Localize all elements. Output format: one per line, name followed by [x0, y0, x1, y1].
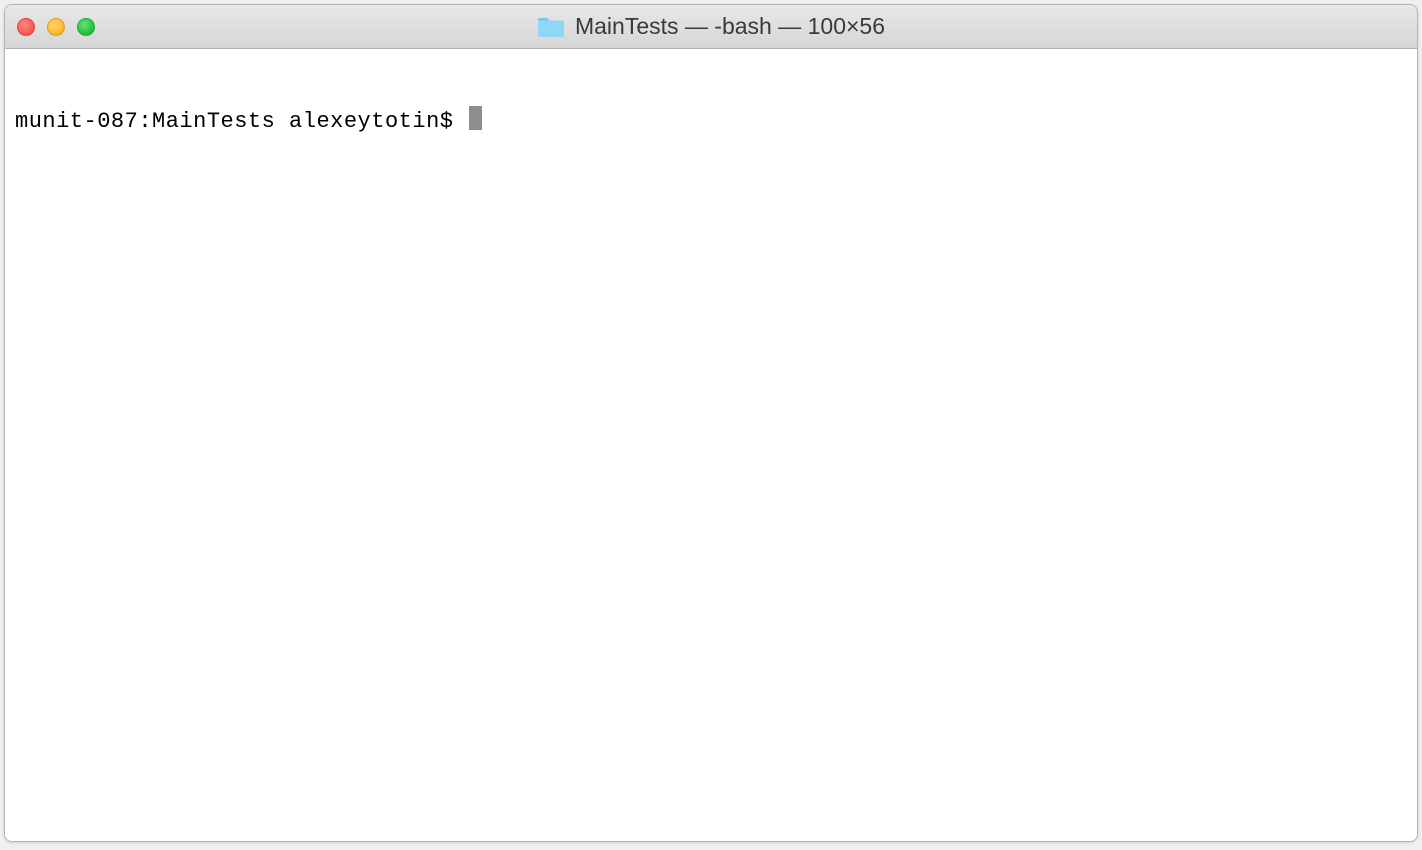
- prompt-line: munit-087:MainTests alexeytotin$: [15, 103, 1407, 134]
- window-title-text: MainTests — -bash — 100×56: [575, 13, 885, 40]
- window-title-container: MainTests — -bash — 100×56: [537, 13, 885, 40]
- folder-icon: [537, 16, 565, 38]
- minimize-button[interactable]: [47, 18, 65, 36]
- shell-prompt: munit-087:MainTests alexeytotin$: [15, 109, 467, 134]
- traffic-lights-group: [17, 18, 95, 36]
- close-button[interactable]: [17, 18, 35, 36]
- terminal-body[interactable]: munit-087:MainTests alexeytotin$: [5, 49, 1417, 841]
- maximize-button[interactable]: [77, 18, 95, 36]
- terminal-window: MainTests — -bash — 100×56 munit-087:Mai…: [4, 4, 1418, 842]
- text-cursor: [469, 106, 482, 130]
- window-titlebar[interactable]: MainTests — -bash — 100×56: [5, 5, 1417, 49]
